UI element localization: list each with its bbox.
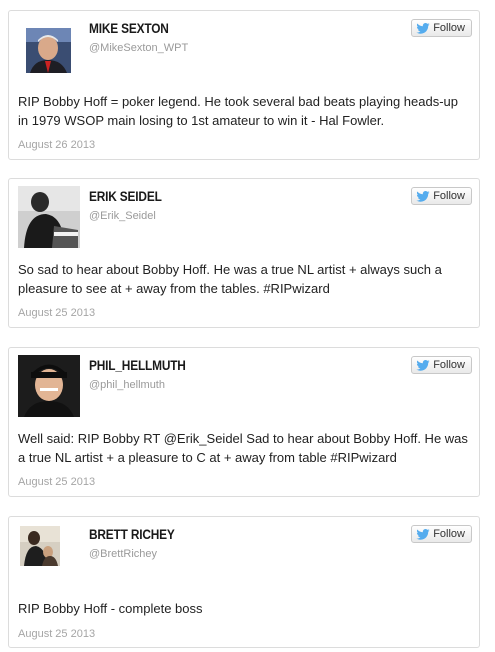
follow-button[interactable]: Follow: [411, 525, 472, 543]
user-name[interactable]: ERIK SEIDEL: [89, 189, 162, 204]
follow-button[interactable]: Follow: [411, 356, 472, 374]
follow-label: Follow: [433, 528, 465, 540]
tweet-date[interactable]: August 26 2013: [18, 139, 95, 151]
tweet-date[interactable]: August 25 2013: [18, 628, 95, 640]
tweet-card: ERIK SEIDEL @Erik_Seidel Follow So sad t…: [8, 178, 480, 328]
avatar[interactable]: [18, 355, 80, 417]
follow-label: Follow: [433, 190, 465, 202]
follow-label: Follow: [433, 359, 465, 371]
tweet-card: BRETT RICHEY @BrettRichey Follow RIP Bob…: [8, 516, 480, 648]
user-name[interactable]: MIKE SEXTON: [89, 21, 169, 36]
twitter-bird-icon: [416, 22, 430, 34]
tweet-feed: MIKE SEXTON @MikeSexton_WPT Follow RIP B…: [0, 0, 495, 652]
tweet-text: RIP Bobby Hoff = poker legend. He took s…: [18, 94, 459, 128]
twitter-bird-icon: [416, 359, 430, 371]
twitter-bird-icon: [416, 190, 430, 202]
avatar[interactable]: [20, 526, 60, 566]
avatar[interactable]: [26, 28, 71, 73]
user-handle[interactable]: @MikeSexton_WPT: [89, 42, 188, 54]
tweet-text: So sad to hear about Bobby Hoff. He was …: [18, 262, 442, 296]
tweet-date[interactable]: August 25 2013: [18, 476, 95, 488]
tweet-text: Well said: RIP Bobby RT @Erik_Seidel Sad…: [18, 431, 468, 465]
twitter-bird-icon: [416, 528, 430, 540]
tweet-card: PHIL_HELLMUTH @phil_hellmuth Follow Well…: [8, 347, 480, 497]
tweet-date[interactable]: August 25 2013: [18, 307, 95, 319]
user-name[interactable]: PHIL_HELLMUTH: [89, 358, 186, 373]
tweet-card: MIKE SEXTON @MikeSexton_WPT Follow RIP B…: [8, 10, 480, 160]
follow-button[interactable]: Follow: [411, 187, 472, 205]
user-handle[interactable]: @BrettRichey: [89, 548, 157, 560]
follow-label: Follow: [433, 22, 465, 34]
follow-button[interactable]: Follow: [411, 19, 472, 37]
user-handle[interactable]: @Erik_Seidel: [89, 210, 156, 222]
user-name[interactable]: BRETT RICHEY: [89, 527, 175, 542]
avatar[interactable]: [18, 186, 80, 248]
tweet-text: RIP Bobby Hoff - complete boss: [18, 601, 203, 616]
user-handle[interactable]: @phil_hellmuth: [89, 379, 165, 391]
